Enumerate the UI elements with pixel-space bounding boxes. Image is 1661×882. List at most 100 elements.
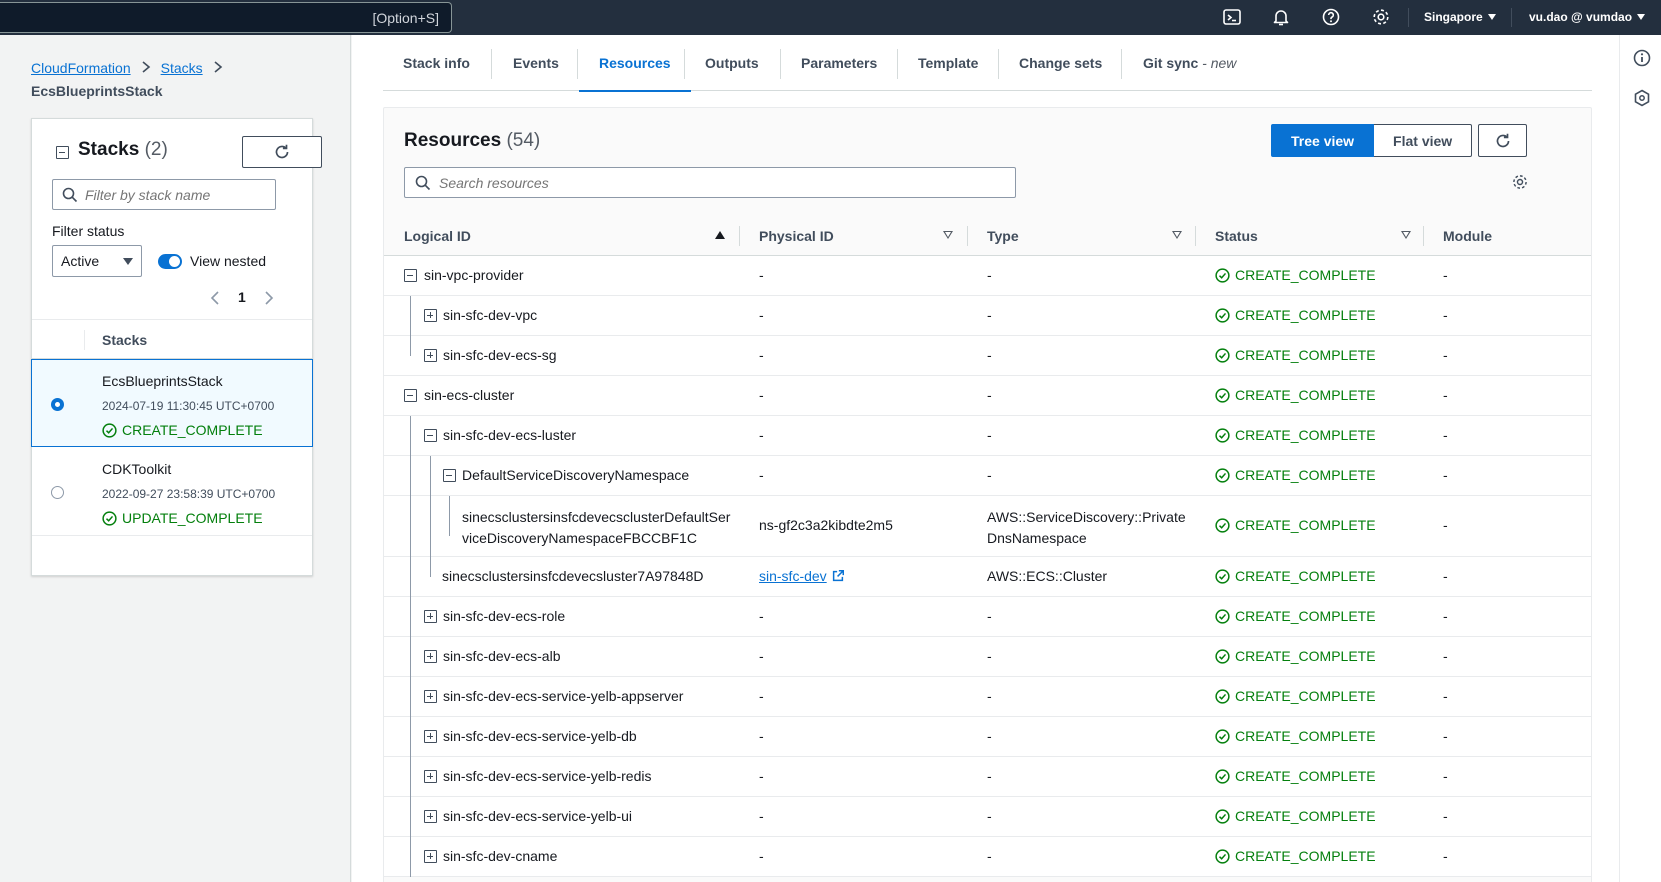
table-row[interactable]: DefaultServiceDiscoveryNamespace - - CRE…: [384, 456, 1591, 496]
filter-status-select[interactable]: Active: [52, 245, 142, 277]
table-row[interactable]: sin-sfc-dev-ecs-service-yelb-appserver -…: [384, 677, 1591, 717]
column-logical-id[interactable]: Logical ID: [404, 228, 471, 244]
resources-refresh-button[interactable]: [1478, 124, 1527, 157]
column-type[interactable]: Type: [987, 228, 1019, 244]
breadcrumb-stacks[interactable]: Stacks: [161, 60, 203, 76]
table-row[interactable]: sin-sfc-dev-ecs-role - - CREATE_COMPLETE…: [384, 597, 1591, 637]
table-row[interactable]: sin-vpc-provider - - CREATE_COMPLETE -: [384, 256, 1591, 296]
chevron-left-icon[interactable]: [210, 290, 220, 306]
table-row[interactable]: sin-sfc-dev-ecs-sg - - CREATE_COMPLETE -: [384, 336, 1591, 376]
column-resizer[interactable]: [1195, 226, 1196, 246]
column-resizer[interactable]: [967, 226, 968, 246]
region-selector[interactable]: Singapore: [1424, 10, 1496, 24]
expand-icon[interactable]: [424, 730, 437, 743]
current-page[interactable]: 1: [238, 289, 246, 305]
table-row[interactable]: sin-sfc-dev-cname - - CREATE_COMPLETE -: [384, 837, 1591, 877]
hexagon-icon[interactable]: [1633, 89, 1651, 107]
tree-line: [430, 496, 431, 557]
resources-search-input[interactable]: [439, 173, 999, 193]
collapse-icon[interactable]: [443, 469, 456, 482]
external-link-icon[interactable]: [831, 569, 845, 583]
table-row[interactable]: sin-ecs-cluster - - CREATE_COMPLETE -: [384, 376, 1591, 416]
table-row[interactable]: sinecsclustersinsfcdevecsluster7A97848D …: [384, 557, 1591, 597]
expand-icon[interactable]: [424, 349, 437, 362]
stack-filter-input[interactable]: [85, 185, 270, 205]
cloudshell-icon[interactable]: [1222, 7, 1242, 27]
collapse-icon[interactable]: [404, 389, 417, 402]
status-success-icon: [1215, 848, 1230, 864]
column-resizer[interactable]: [739, 226, 740, 246]
collapse-icon[interactable]: [56, 146, 69, 159]
expand-icon[interactable]: [424, 850, 437, 863]
tab-divider: [998, 49, 999, 79]
table-row[interactable]: sin-sfc-dev-ecs-service-yelb-db - - CREA…: [384, 717, 1591, 757]
stack-radio[interactable]: [51, 486, 64, 499]
stack-radio[interactable]: [51, 398, 64, 411]
status-success-icon: [1215, 467, 1230, 483]
column-resizer[interactable]: [1423, 226, 1424, 246]
column-status[interactable]: Status: [1215, 228, 1258, 244]
collapse-icon[interactable]: [424, 429, 437, 442]
help-icon[interactable]: [1321, 7, 1341, 27]
resource-status: CREATE_COMPLETE: [1215, 608, 1376, 624]
sort-icon[interactable]: [1172, 231, 1182, 239]
tab-stack-info[interactable]: Stack info: [403, 35, 470, 91]
expand-icon[interactable]: [424, 650, 437, 663]
top-navigation: [Option+S] Singapore vu.dao @ vumdao: [0, 0, 1661, 35]
view-nested-toggle[interactable]: [158, 254, 182, 269]
table-row[interactable]: sin-sfc-dev-ecs-service-yelb-ui - - CREA…: [384, 797, 1591, 837]
column-module[interactable]: Module: [1443, 228, 1492, 244]
table-row[interactable]: sin-sfc-dev-ecs-service-yelb-redis - - C…: [384, 757, 1591, 797]
tab-outputs[interactable]: Outputs: [705, 35, 759, 91]
table-row[interactable]: sinecsclustersinsfcdevecsclusterDefaultS…: [384, 496, 1591, 557]
tab-label: Parameters: [801, 55, 878, 71]
table-row[interactable]: sin-sfc-dev-vpc - - CREATE_COMPLETE -: [384, 296, 1591, 336]
tab-events[interactable]: Events: [513, 35, 559, 91]
sort-icon[interactable]: [1401, 231, 1411, 239]
tree-view-button[interactable]: Tree view: [1271, 124, 1375, 157]
physical-id[interactable]: sin-sfc-dev: [759, 568, 827, 584]
physical-id: -: [759, 688, 764, 704]
settings-icon[interactable]: [1371, 7, 1391, 27]
tab-new-badge: - new: [1202, 55, 1237, 71]
resources-title: Resources (54): [404, 130, 540, 152]
tab-resources[interactable]: Resources: [579, 35, 691, 92]
stack-row[interactable]: CDKToolkit 2022-09-27 23:58:39 UTC+0700 …: [32, 448, 312, 536]
status-text: CREATE_COMPLETE: [1235, 307, 1376, 323]
expand-icon[interactable]: [424, 690, 437, 703]
expand-icon[interactable]: [424, 610, 437, 623]
status-success-icon: [1215, 608, 1230, 624]
table-row[interactable]: sin-sfc-dev-ecs-alb - - CREATE_COMPLETE …: [384, 637, 1591, 677]
expand-icon[interactable]: [424, 309, 437, 322]
tab-git-sync[interactable]: Git sync - new: [1143, 35, 1236, 91]
tab-divider: [897, 49, 898, 79]
account-menu[interactable]: vu.dao @ vumdao: [1529, 10, 1646, 24]
global-search[interactable]: [Option+S]: [0, 2, 452, 33]
expand-icon[interactable]: [424, 770, 437, 783]
stacks-table-header: Stacks: [32, 319, 312, 359]
expand-icon[interactable]: [424, 810, 437, 823]
stack-filter-field[interactable]: [52, 179, 276, 210]
stack-row[interactable]: EcsBlueprintsStack 2024-07-19 11:30:45 U…: [31, 359, 313, 447]
breadcrumb-cloudformation[interactable]: CloudFormation: [31, 60, 131, 76]
status-success-icon: [102, 510, 117, 526]
tree-line: [410, 597, 411, 637]
sort-ascending-icon[interactable]: [715, 231, 725, 239]
preferences-gear-icon[interactable]: [1511, 173, 1529, 191]
sort-icon[interactable]: [943, 231, 953, 239]
flat-view-button[interactable]: Flat view: [1374, 124, 1473, 157]
notifications-icon[interactable]: [1271, 7, 1291, 27]
tab-template[interactable]: Template: [918, 35, 978, 91]
module: -: [1443, 568, 1448, 584]
tab-parameters[interactable]: Parameters: [801, 35, 877, 91]
collapse-icon[interactable]: [404, 269, 417, 282]
info-icon[interactable]: [1633, 49, 1651, 67]
column-physical-id[interactable]: Physical ID: [759, 228, 834, 244]
chevron-right-icon[interactable]: [264, 290, 274, 306]
table-row[interactable]: sin-sfc-dev-ecs-luster - - CREATE_COMPLE…: [384, 416, 1591, 456]
logical-id: sin-sfc-dev-cname: [443, 848, 558, 864]
resources-search-field[interactable]: [404, 167, 1016, 198]
tab-label: Resources: [599, 55, 671, 71]
tab-change-sets[interactable]: Change sets: [1019, 35, 1102, 91]
stacks-refresh-button[interactable]: [242, 136, 322, 168]
